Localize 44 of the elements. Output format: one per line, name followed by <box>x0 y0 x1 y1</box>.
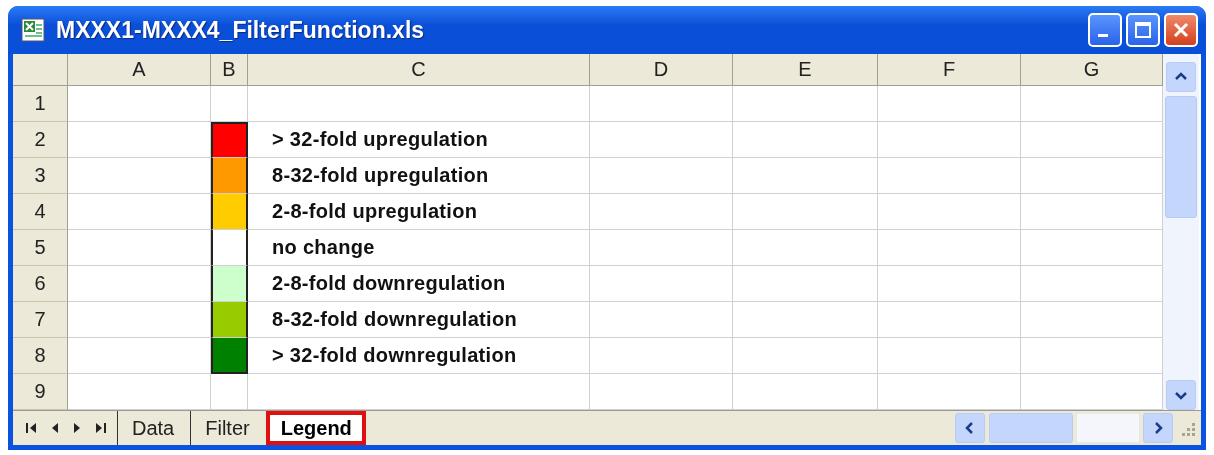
column-header[interactable]: A <box>68 54 211 86</box>
column-header[interactable]: C <box>248 54 590 86</box>
sheet-tab[interactable]: Filter <box>190 411 264 445</box>
minimize-button[interactable] <box>1088 13 1122 47</box>
row-header[interactable]: 4 <box>13 194 68 230</box>
scroll-thumb[interactable] <box>1165 96 1197 218</box>
row-header[interactable]: 8 <box>13 338 68 374</box>
sheet-tab[interactable]: Legend <box>265 411 366 445</box>
column-header[interactable]: B <box>211 54 248 86</box>
legend-label: 2-8-fold downregulation <box>248 266 590 302</box>
legend-label: no change <box>248 230 590 266</box>
legend-label: 8-32-fold upregulation <box>248 158 590 194</box>
row-header[interactable]: 1 <box>13 86 68 122</box>
row-header[interactable]: 9 <box>13 374 68 410</box>
row-header[interactable]: 7 <box>13 302 68 338</box>
scroll-up-button[interactable] <box>1166 62 1196 92</box>
first-sheet-icon[interactable] <box>25 421 39 435</box>
legend-label: > 32-fold upregulation <box>248 122 590 158</box>
row-header[interactable]: 5 <box>13 230 68 266</box>
column-header[interactable]: E <box>733 54 878 86</box>
column-header[interactable]: G <box>1021 54 1163 86</box>
legend-label: 8-32-fold downregulation <box>248 302 590 338</box>
close-button[interactable] <box>1164 13 1198 47</box>
column-header[interactable]: D <box>590 54 733 86</box>
scroll-thumb[interactable] <box>989 413 1073 443</box>
maximize-button[interactable] <box>1126 13 1160 47</box>
scroll-right-button[interactable] <box>1143 413 1173 443</box>
scroll-track[interactable] <box>1077 414 1139 442</box>
vertical-scrollbar[interactable] <box>1163 54 1199 410</box>
close-icon <box>1172 21 1190 39</box>
row-header[interactable]: 2 <box>13 122 68 158</box>
window-title: MXXX1-MXXX4_FilterFunction.xls <box>56 16 425 44</box>
row-header[interactable]: 3 <box>13 158 68 194</box>
row-header[interactable]: 6 <box>13 266 68 302</box>
legend-label: 2-8-fold upregulation <box>248 194 590 230</box>
column-header[interactable]: F <box>878 54 1021 86</box>
legend-label: > 32-fold downregulation <box>248 338 590 374</box>
scroll-left-button[interactable] <box>955 413 985 443</box>
maximize-icon <box>1134 21 1152 39</box>
last-sheet-icon[interactable] <box>93 421 107 435</box>
scroll-down-button[interactable] <box>1166 380 1196 410</box>
minimize-icon <box>1098 33 1108 37</box>
sheet-tab[interactable]: Data <box>117 411 189 445</box>
spreadsheet-icon <box>20 16 48 44</box>
